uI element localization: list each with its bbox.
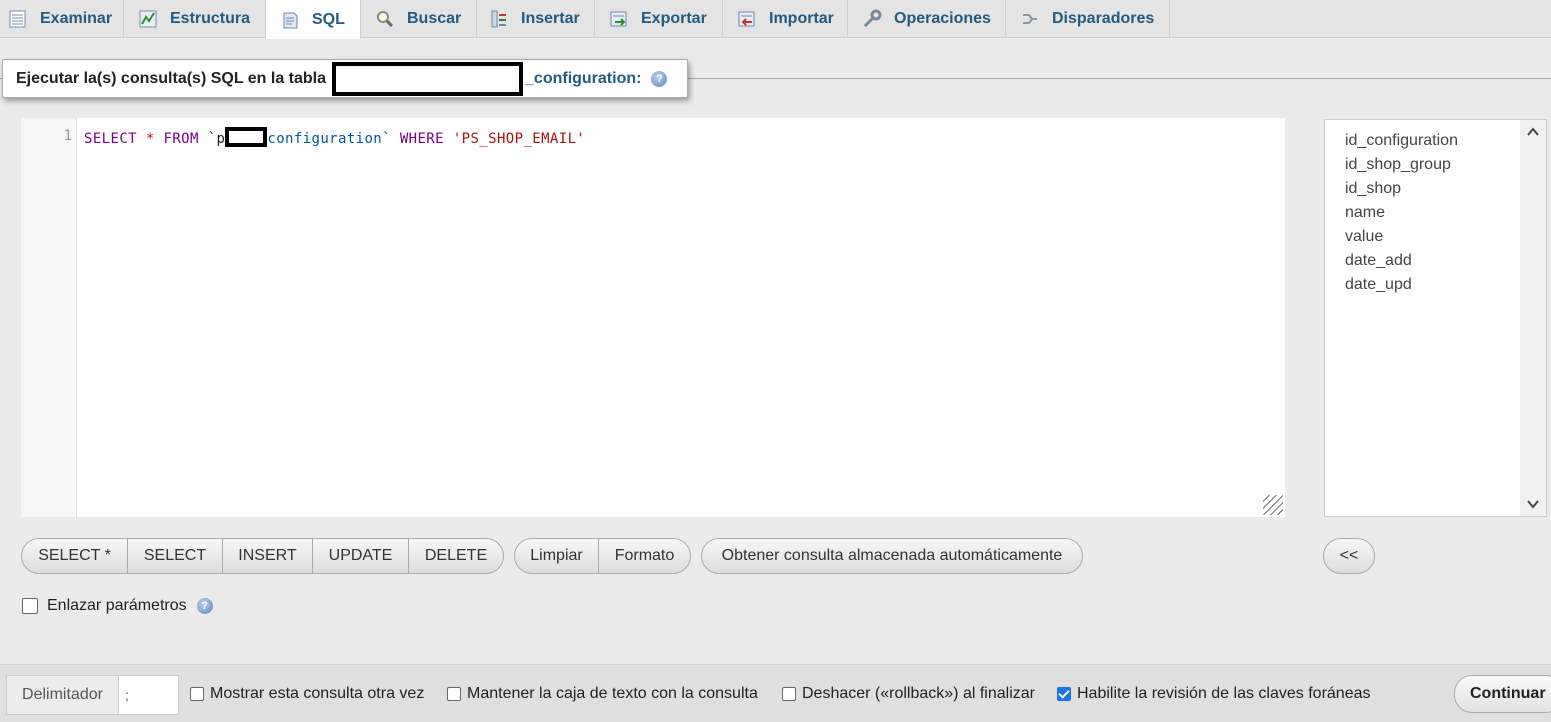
bind-parameters-option[interactable]: Enlazar parámetros ? bbox=[22, 597, 213, 615]
tab-structure[interactable]: Estructura bbox=[124, 0, 266, 38]
clear-button[interactable]: Limpiar bbox=[514, 538, 599, 574]
sql-editor[interactable]: 1 SELECT * FROM `p configuration` WHERE '… bbox=[21, 118, 1285, 517]
sql-operator: * bbox=[145, 131, 155, 147]
tab-label: SQL bbox=[312, 10, 345, 28]
sql-icon bbox=[280, 10, 300, 30]
show-query-label: Mostrar esta consulta otra vez bbox=[210, 685, 425, 702]
tab-label: Examinar bbox=[40, 10, 113, 27]
select-button[interactable]: SELECT bbox=[127, 538, 223, 574]
sql-string: 'PS_SHOP_EMAIL' bbox=[452, 131, 586, 147]
get-autosaved-query-button[interactable]: Obtener consulta almacenada automáticame… bbox=[701, 538, 1083, 574]
insert-button[interactable]: INSERT bbox=[222, 538, 313, 574]
delimiter-input[interactable] bbox=[118, 675, 179, 715]
help-icon[interactable]: ? bbox=[196, 598, 213, 614]
sql-query-line[interactable]: SELECT * FROM `p configuration` WHERE 'PS… bbox=[84, 127, 585, 147]
sql-table-name: configuration` bbox=[267, 131, 391, 147]
column-option[interactable]: date_add bbox=[1345, 249, 1546, 273]
sql-keyword: WHERE bbox=[399, 131, 444, 147]
tab-label: Operaciones bbox=[894, 10, 991, 27]
triggers-icon bbox=[1020, 9, 1040, 29]
legend-text: Ejecutar la(s) consulta(s) SQL en la tab… bbox=[16, 69, 327, 87]
tab-label: Estructura bbox=[170, 10, 251, 27]
rollback-option[interactable]: Deshacer («rollback») al finalizar bbox=[782, 685, 1035, 703]
retain-query-box-label: Mantener la caja de texto con la consult… bbox=[467, 685, 758, 702]
delimiter-label: Delimitador bbox=[6, 675, 118, 715]
tab-export[interactable]: Exportar bbox=[595, 0, 723, 38]
column-option[interactable]: date_upd bbox=[1345, 273, 1546, 297]
redacted-table-prefix bbox=[225, 127, 268, 147]
rollback-checkbox[interactable] bbox=[782, 687, 796, 701]
scrollbar[interactable] bbox=[1520, 120, 1546, 516]
column-option[interactable]: name bbox=[1345, 201, 1546, 225]
import-icon bbox=[737, 9, 757, 29]
tab-label: Insertar bbox=[521, 10, 580, 27]
tab-browse[interactable]: Examinar bbox=[0, 0, 124, 38]
legend-table-name[interactable]: _configuration: bbox=[525, 70, 641, 88]
column-list[interactable]: id_configuration id_shop_group id_shop n… bbox=[1324, 119, 1547, 517]
format-button[interactable]: Formato bbox=[598, 538, 691, 574]
insert-column-button[interactable]: << bbox=[1323, 538, 1375, 574]
structure-icon bbox=[138, 9, 158, 29]
fk-checks-label: Habilite la revisión de las claves forán… bbox=[1077, 685, 1371, 702]
show-query-option[interactable]: Mostrar esta consulta otra vez bbox=[190, 685, 424, 703]
fk-checks-option[interactable]: Habilite la revisión de las claves forán… bbox=[1057, 685, 1370, 703]
tab-search[interactable]: Buscar bbox=[361, 0, 477, 38]
tab-label: Buscar bbox=[407, 10, 462, 27]
submit-button[interactable]: Continuar bbox=[1454, 675, 1551, 713]
export-icon bbox=[609, 9, 629, 29]
sql-keyword: FROM bbox=[163, 131, 199, 147]
chevron-up-icon[interactable] bbox=[1526, 125, 1540, 139]
browse-icon bbox=[8, 9, 28, 29]
search-icon bbox=[375, 9, 395, 29]
tab-label: Disparadores bbox=[1052, 10, 1155, 27]
column-option[interactable]: id_configuration bbox=[1345, 129, 1546, 153]
tab-triggers[interactable]: Disparadores bbox=[1006, 0, 1170, 38]
tab-import[interactable]: Importar bbox=[723, 0, 848, 38]
rollback-label: Deshacer («rollback») al finalizar bbox=[802, 685, 1035, 702]
tab-label: Exportar bbox=[641, 10, 707, 27]
resize-handle[interactable] bbox=[1263, 495, 1283, 515]
bind-parameters-checkbox[interactable] bbox=[22, 598, 38, 614]
column-option[interactable]: value bbox=[1345, 225, 1546, 249]
tab-operations[interactable]: Operaciones bbox=[848, 0, 1006, 38]
tab-sql[interactable]: SQL bbox=[266, 0, 361, 39]
select-star-button[interactable]: SELECT * bbox=[21, 538, 128, 574]
sql-keyword: SELECT bbox=[84, 131, 137, 147]
retain-query-box-checkbox[interactable] bbox=[447, 687, 461, 701]
delete-button[interactable]: DELETE bbox=[408, 538, 504, 574]
column-option[interactable]: id_shop_group bbox=[1345, 153, 1546, 177]
fk-checks-checkbox[interactable] bbox=[1057, 687, 1071, 701]
bind-parameters-label: Enlazar parámetros bbox=[47, 597, 187, 614]
help-icon[interactable]: ? bbox=[651, 70, 668, 87]
insert-icon bbox=[489, 9, 509, 29]
update-button[interactable]: UPDATE bbox=[312, 538, 409, 574]
redacted-table-prefix bbox=[332, 61, 524, 96]
tab-insert[interactable]: Insertar bbox=[477, 0, 595, 38]
chevron-down-icon[interactable] bbox=[1526, 497, 1540, 511]
retain-query-box-option[interactable]: Mantener la caja de texto con la consult… bbox=[447, 685, 758, 703]
line-number-gutter: 1 bbox=[21, 118, 77, 517]
sql-query-legend: Ejecutar la(s) consulta(s) SQL en la tab… bbox=[2, 59, 688, 98]
tab-bar: Examinar Estructura SQL Buscar Insertar … bbox=[0, 0, 1551, 39]
show-query-checkbox[interactable] bbox=[190, 687, 204, 701]
tab-label: Importar bbox=[769, 10, 834, 27]
column-option[interactable]: id_shop bbox=[1345, 177, 1546, 201]
line-number: 1 bbox=[63, 128, 72, 144]
wrench-icon bbox=[862, 9, 882, 29]
sql-table-open: `p bbox=[207, 131, 226, 147]
